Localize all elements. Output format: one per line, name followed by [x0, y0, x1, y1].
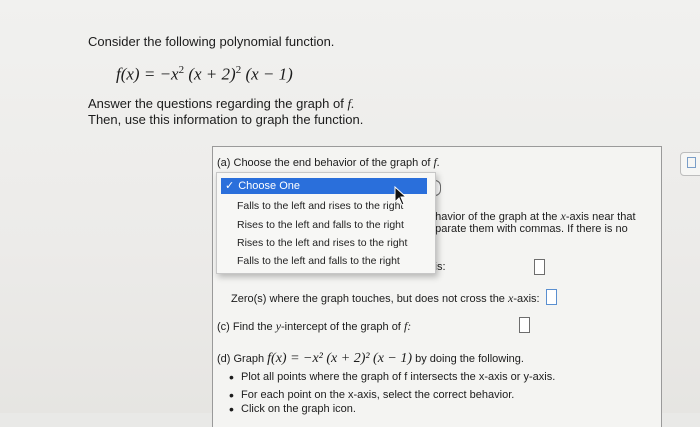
dropdown-option-3[interactable]: Rises to the left and rises to the right: [237, 237, 407, 249]
side-panel-tab[interactable]: [680, 152, 700, 176]
dropdown-selected-label: Choose One: [238, 180, 300, 192]
part-b-text: ehavior of the graph at the: [429, 211, 561, 223]
part-b-text-2: -axis near that: [565, 211, 636, 223]
part-c-f: f:: [403, 319, 412, 333]
formula-fx: f(x) = −x: [116, 64, 179, 84]
part-d-text-2: by doing the following.: [412, 353, 524, 365]
instruction-f: f.: [347, 96, 355, 111]
part-a-label: (a) Choose the end behavior of the graph…: [217, 155, 440, 170]
dropdown-option-2[interactable]: Rises to the left and falls to the right: [237, 219, 404, 231]
mouse-cursor-icon: [394, 186, 408, 206]
function-formula: f(x) = −x2 (x + 2)2 (x − 1): [116, 64, 293, 85]
touch-zeros-label: Zero(s) where the graph touches, but doe…: [231, 291, 540, 306]
zeros-cross-answer-box[interactable]: [534, 259, 545, 275]
instruction-line-1: Answer the questions regarding the graph…: [88, 96, 354, 112]
dropdown-option-4[interactable]: Falls to the left and falls to the right: [237, 255, 400, 267]
instruction-text: Answer the questions regarding the graph…: [88, 96, 348, 111]
part-a-label-text: (a) Choose the end behavior of the graph…: [217, 157, 434, 169]
part-d-text: (d) Graph: [217, 353, 268, 365]
touch-label-text: Zero(s) where the graph touches, but doe…: [231, 293, 508, 305]
page: Consider the following polynomial functi…: [0, 0, 700, 427]
dropdown-option-1[interactable]: Falls to the left and rises to the right: [237, 200, 403, 212]
part-d-label: (d) Graph f(x) = −x² (x + 2)² (x − 1) by…: [217, 351, 524, 367]
part-a-f: f.: [433, 155, 440, 169]
part-d-formula: f(x) = −x² (x + 2)² (x − 1): [267, 351, 413, 366]
touch-label-text-2: -axis:: [513, 293, 540, 305]
part-d-bullet-2: For each point on the x-axis, select the…: [229, 387, 514, 403]
part-c-text: (c) Find the: [217, 321, 276, 333]
part-d-bullet-1: Plot all points where the graph of f int…: [229, 369, 555, 385]
instruction-line-2: Then, use this information to graph the …: [88, 112, 364, 127]
part-d-bullet-3: Click on the graph icon.: [229, 401, 356, 417]
intro-text: Consider the following polynomial functi…: [88, 34, 335, 49]
formula-tail: (x − 1): [241, 64, 293, 84]
part-c-text-2: -intercept of the graph of: [281, 321, 404, 333]
zeros-touch-answer-box[interactable]: [546, 289, 557, 305]
formula-mid: (x + 2): [184, 64, 236, 84]
part-c-label: (c) Find the y-intercept of the graph of…: [217, 319, 411, 334]
panel-icon: [687, 157, 696, 168]
check-icon: ✓: [225, 180, 235, 192]
part-b-partial-1: ehavior of the graph at the x-axis near …: [429, 209, 636, 224]
y-intercept-answer-box[interactable]: [519, 317, 530, 333]
part-b-partial-2: eparate them with commas. If there is no: [429, 223, 628, 235]
